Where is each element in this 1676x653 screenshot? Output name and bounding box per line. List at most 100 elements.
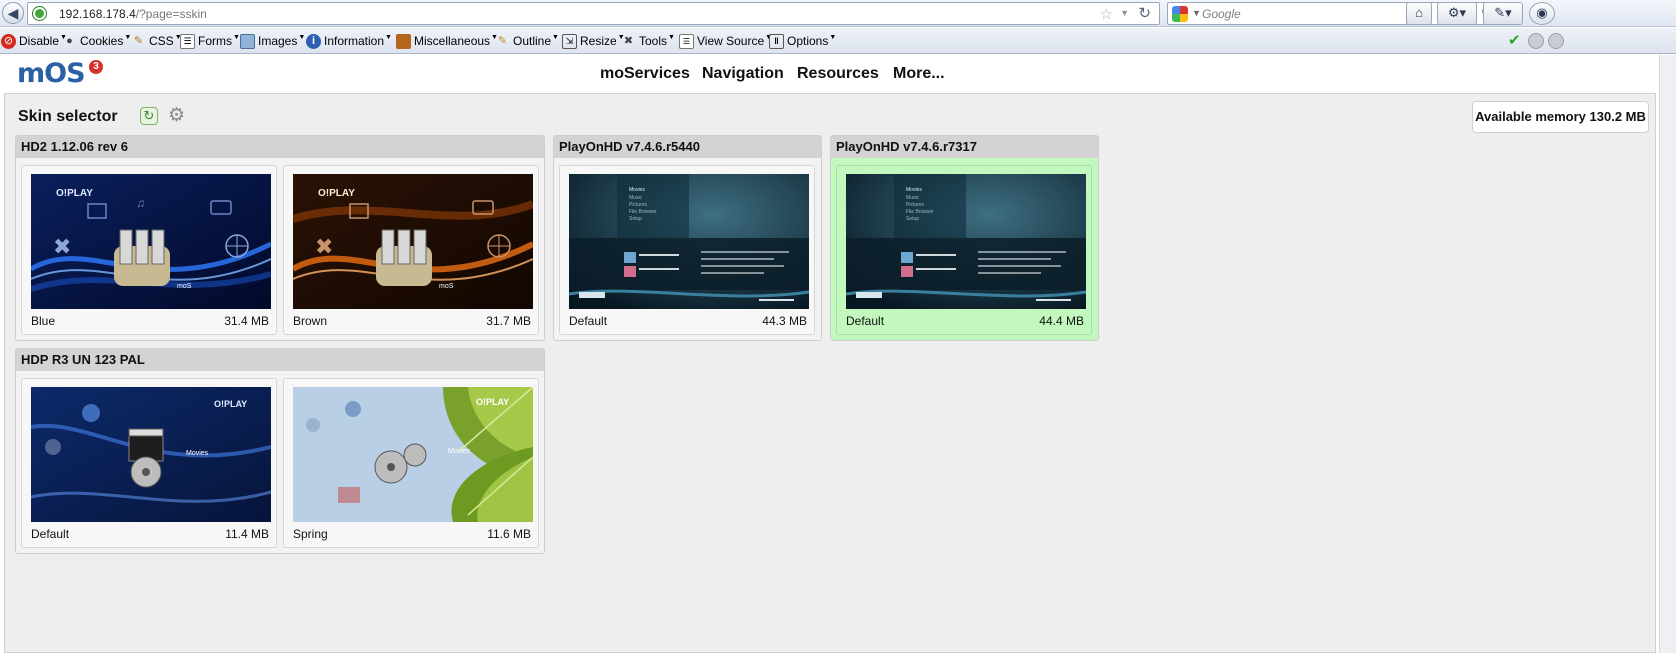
wd-cookies-menu[interactable]: ● Cookies ▼ — [62, 33, 131, 49]
site-header: mOS 3 moServices Navigation Resources Mo… — [0, 55, 1676, 93]
color-picker-button[interactable]: ✎▾ — [1483, 2, 1523, 25]
wd-resize-menu[interactable]: ⇲ Resize ▼ — [562, 33, 625, 49]
svg-text:♫: ♫ — [136, 196, 145, 210]
home-button[interactable]: ⌂ — [1406, 2, 1432, 25]
skin-size: 31.7 MB — [486, 314, 531, 328]
skin-card-default-r7317-selected[interactable]: Movies Music Pictures File Browser Setup — [836, 165, 1092, 335]
svg-text:Setup: Setup — [906, 216, 919, 222]
wd-images-menu[interactable]: Images ▼ — [240, 33, 305, 49]
svg-text:moS: moS — [439, 283, 454, 290]
web-developer-toolbar: ⊘ Disable ▼ ● Cookies ▼ ✎ CSS ▼ ☰ Forms ▼ Images… — [0, 28, 1676, 54]
gear-icon[interactable]: ⚙ — [168, 106, 185, 126]
outline-icon: ✎ — [497, 34, 508, 47]
skin-name: Default — [846, 314, 885, 328]
vertical-scrollbar[interactable] — [1659, 55, 1676, 653]
playonhd-skin-preview: Movies Music Pictures File Browser Setup — [569, 174, 809, 309]
miscellaneous-icon — [396, 33, 411, 49]
svg-text:✖: ✖ — [315, 234, 333, 259]
svg-text:O!PLAY: O!PLAY — [56, 188, 93, 199]
css-icon: ✎ — [133, 34, 144, 47]
available-memory-badge: Available memory 130.2 MB — [1472, 101, 1649, 133]
skin-thumbnail-default-r7317[interactable]: Movies Music Pictures File Browser Setup — [846, 174, 1086, 309]
wd-view-source-menu[interactable]: ☰ View Source ▼ — [679, 33, 772, 49]
information-icon: i — [306, 33, 321, 49]
svg-text:Music: Music — [629, 195, 643, 201]
nav-more[interactable]: More... — [893, 65, 945, 83]
refresh-icon[interactable]: ↻ — [140, 107, 158, 125]
menu-button[interactable]: ◉ — [1529, 2, 1555, 25]
svg-text:Movies: Movies — [186, 450, 209, 457]
skin-group-title: PlayOnHD v7.4.6.r7317 — [831, 136, 1098, 158]
wd-forms-menu[interactable]: ☰ Forms ▼ — [180, 33, 240, 49]
skin-card-spring[interactable]: O!PLAY Movies Spring 11.6 MB — [283, 378, 539, 548]
wd-disable-menu[interactable]: ⊘ Disable ▼ — [1, 33, 67, 49]
skin-thumbnail-brown[interactable]: O!PLAY ✖ moS — [293, 174, 533, 309]
search-placeholder[interactable]: Google — [1202, 7, 1241, 21]
cookies-icon: ● — [66, 34, 73, 47]
site-logo[interactable]: mOS — [17, 58, 86, 89]
svg-text:O!PLAY: O!PLAY — [318, 188, 355, 199]
validation-check-icon[interactable]: ✔ — [1508, 33, 1524, 49]
search-engine-dropdown-icon[interactable]: ▼ — [1192, 8, 1201, 18]
spring-skin-preview: O!PLAY Movies — [293, 387, 533, 522]
skin-name: Default — [31, 527, 70, 541]
skin-thumbnail-blue[interactable]: O!PLAY ♫ ✖ moS — [31, 174, 271, 309]
nav-moservices[interactable]: moServices — [600, 65, 690, 83]
wd-options-menu[interactable]: ‖ Options ▼ — [769, 33, 836, 49]
wd-outline-menu[interactable]: ✎ Outline ▼ — [495, 33, 559, 49]
svg-text:Movies: Movies — [629, 187, 645, 193]
hdp-default-skin-preview: O!PLAY Movies — [31, 387, 271, 522]
browser-navbar: ◀ 192.168.178.4/?page=sskin ☆ ▼ ↻ ▼ Goog… — [0, 0, 1676, 27]
svg-text:Music: Music — [906, 195, 920, 201]
skin-group-hd2: HD2 1.12.06 rev 6 O!PLAY ♫ ✖ moS Blue 31… — [15, 135, 545, 341]
tools-icon: ✖ — [623, 34, 634, 47]
addon-button[interactable]: ⚙▾ — [1437, 2, 1477, 25]
nav-navigation[interactable]: Navigation — [702, 65, 784, 83]
skin-name: Spring — [293, 527, 328, 541]
bookmark-star-icon[interactable]: ☆ — [1100, 5, 1113, 23]
blue-skin-preview: O!PLAY ♫ ✖ moS — [31, 174, 271, 309]
skin-card-blue[interactable]: O!PLAY ♫ ✖ moS Blue 31.4 MB — [21, 165, 277, 335]
forms-icon: ☰ — [180, 33, 195, 49]
url-dropdown-icon[interactable]: ▼ — [1120, 8, 1129, 18]
url-text[interactable]: 192.168.178.4/?page=sskin — [59, 7, 207, 21]
skin-thumbnail-spring[interactable]: O!PLAY Movies — [293, 387, 533, 522]
wd-information-menu[interactable]: i Information ▼ — [306, 33, 392, 49]
disable-icon: ⊘ — [1, 33, 16, 49]
skin-card-default-hdp[interactable]: O!PLAY Movies Default 11.4 MB — [21, 378, 277, 548]
skin-size: 44.3 MB — [762, 314, 807, 328]
svg-text:Movies: Movies — [448, 448, 471, 455]
nav-resources[interactable]: Resources — [797, 65, 879, 83]
skin-card-brown[interactable]: O!PLAY ✖ moS Brown 31.7 MB — [283, 165, 539, 335]
google-engine-icon[interactable] — [1172, 6, 1188, 22]
brown-skin-preview: O!PLAY ✖ moS — [293, 174, 533, 309]
svg-text:O!PLAY: O!PLAY — [476, 397, 509, 407]
wd-css-menu[interactable]: ✎ CSS ▼ — [131, 33, 182, 49]
js-status-icon[interactable] — [1548, 33, 1564, 49]
skin-name: Brown — [293, 314, 328, 328]
reload-icon[interactable]: ↻ — [1138, 4, 1151, 22]
skin-name: Blue — [31, 314, 56, 328]
skin-group-title: HD2 1.12.06 rev 6 — [16, 136, 544, 158]
css-status-icon[interactable] — [1528, 33, 1544, 49]
svg-text:moS: moS — [177, 283, 192, 290]
options-icon: ‖ — [769, 33, 784, 49]
skin-group-playonhd-r5440: PlayOnHD v7.4.6.r5440 Movies Music Pictu… — [553, 135, 822, 341]
skin-size: 11.6 MB — [487, 527, 531, 541]
wd-miscellaneous-menu[interactable]: Miscellaneous ▼ — [396, 33, 498, 49]
url-bar[interactable]: 192.168.178.4/?page=sskin ☆ ▼ ↻ — [27, 2, 1160, 25]
skin-group-title: HDP R3 UN 123 PAL — [16, 349, 544, 371]
svg-text:O!PLAY: O!PLAY — [214, 399, 247, 409]
skin-thumbnail-default-r5440[interactable]: Movies Music Pictures File Browser Setup — [569, 174, 809, 309]
svg-text:File Browser: File Browser — [906, 209, 934, 215]
resize-icon: ⇲ — [562, 33, 577, 49]
skin-selector-panel: Skin selector ↻ ⚙ Available memory 130.2… — [4, 93, 1656, 653]
wd-tools-menu[interactable]: ✖ Tools ▼ — [621, 33, 675, 49]
svg-text:Pictures: Pictures — [629, 202, 648, 208]
skin-card-default-r5440[interactable]: Movies Music Pictures File Browser Setup — [559, 165, 815, 335]
skin-thumbnail-default-hdp[interactable]: O!PLAY Movies — [31, 387, 271, 522]
site-identity-icon[interactable] — [33, 7, 46, 20]
back-button[interactable]: ◀ — [2, 2, 24, 24]
svg-text:Pictures: Pictures — [906, 202, 925, 208]
svg-text:Movies: Movies — [906, 187, 922, 193]
